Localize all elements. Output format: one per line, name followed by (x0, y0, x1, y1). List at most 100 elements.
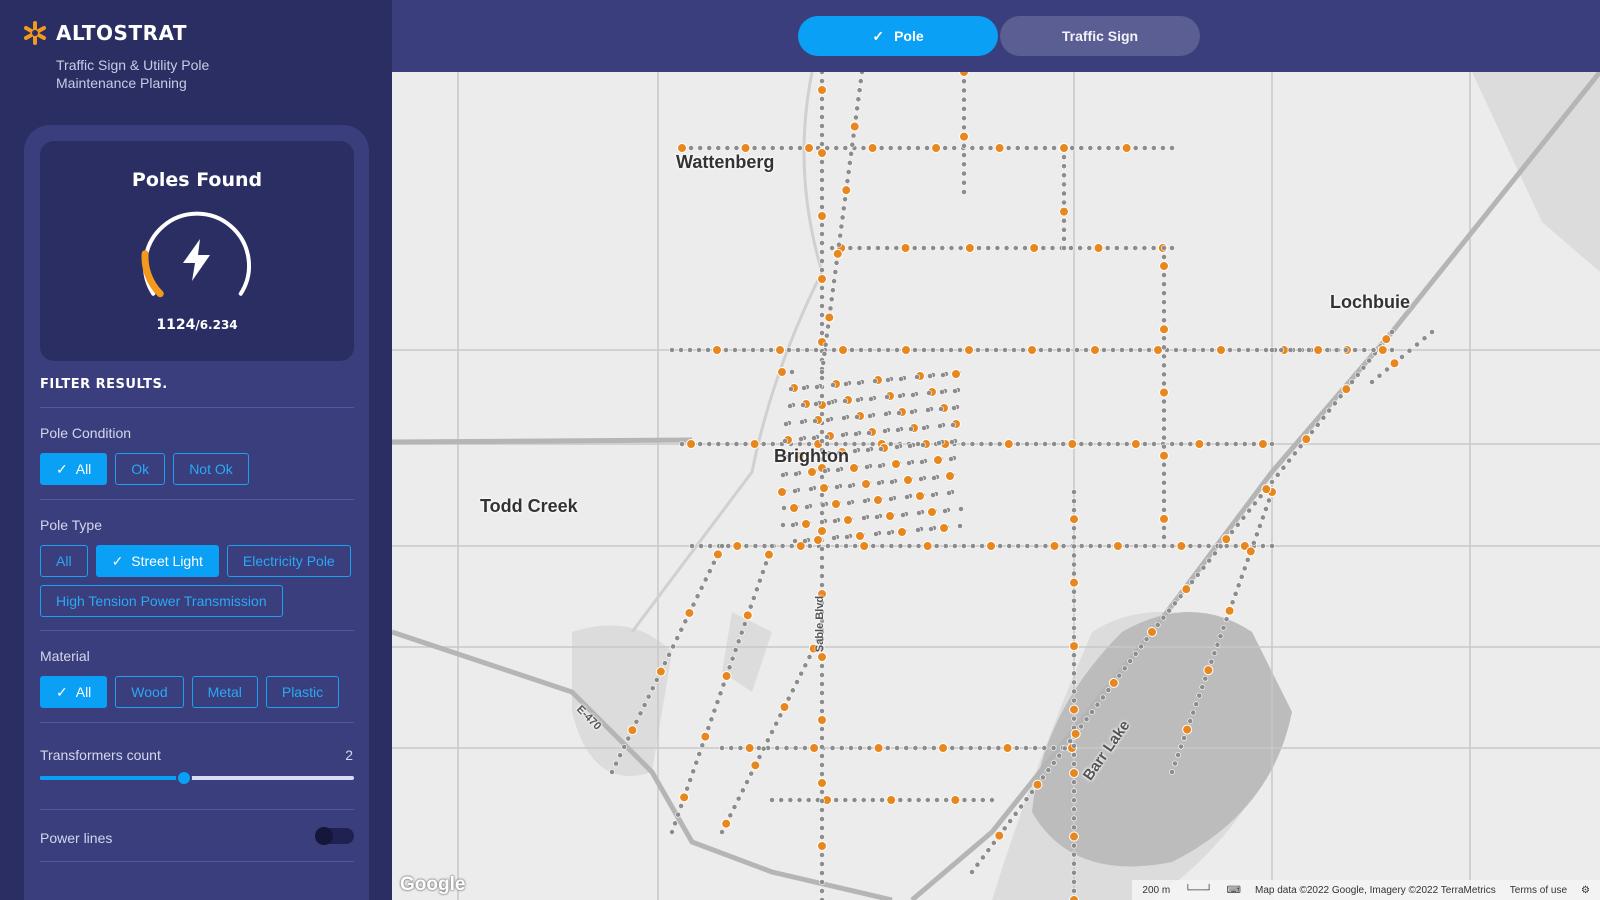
pole-marker[interactable] (948, 245, 955, 251)
pole-marker[interactable] (1042, 441, 1048, 447)
pole-marker[interactable] (706, 441, 713, 447)
pole-marker[interactable] (719, 543, 725, 549)
pole-marker[interactable] (1071, 552, 1077, 559)
pole-marker[interactable] (1269, 543, 1275, 549)
pole-marker-flagged[interactable] (927, 507, 937, 517)
pole-marker[interactable] (1056, 347, 1062, 353)
pole-marker[interactable] (788, 543, 795, 549)
pole-marker-flagged[interactable] (1002, 743, 1013, 753)
pole-marker[interactable] (1253, 531, 1260, 538)
pole-marker[interactable] (780, 472, 786, 478)
pole-marker[interactable] (1074, 347, 1080, 353)
pole-marker[interactable] (1060, 543, 1067, 549)
pole-marker[interactable] (764, 737, 771, 744)
pole-marker[interactable] (1384, 366, 1390, 373)
pole-marker[interactable] (669, 347, 675, 353)
pole-marker[interactable] (960, 441, 967, 447)
pole-marker[interactable] (744, 779, 750, 785)
pole-marker[interactable] (829, 245, 835, 251)
pole-marker[interactable] (1150, 245, 1157, 251)
pole-marker[interactable] (724, 441, 731, 447)
pole-marker[interactable] (1071, 652, 1077, 659)
pole-marker[interactable] (920, 442, 926, 448)
pole-marker[interactable] (1146, 347, 1152, 353)
pole-marker[interactable] (719, 745, 725, 751)
pole-marker[interactable] (1024, 441, 1030, 447)
pole-marker[interactable] (741, 621, 748, 627)
pole-marker-flagged[interactable] (1341, 384, 1352, 395)
pole-marker[interactable] (1040, 245, 1047, 251)
pole-marker[interactable] (662, 660, 668, 667)
pole-marker[interactable] (751, 145, 758, 151)
settings-icon[interactable]: ⚙ (1581, 885, 1590, 896)
pole-marker[interactable] (1132, 145, 1139, 151)
pole-marker[interactable] (682, 618, 689, 625)
pole-marker[interactable] (819, 519, 825, 525)
pole-marker[interactable] (951, 543, 958, 549)
pole-marker[interactable] (961, 124, 967, 131)
pole-marker[interactable] (738, 629, 745, 636)
pole-marker-flagged[interactable] (994, 830, 1005, 841)
pole-marker[interactable] (760, 569, 766, 575)
pole-marker[interactable] (985, 245, 992, 251)
pole-marker[interactable] (819, 555, 825, 561)
pole-marker[interactable] (1071, 851, 1077, 858)
pole-marker[interactable] (851, 441, 858, 447)
pole-marker[interactable] (1012, 810, 1019, 817)
pole-marker-flagged[interactable] (1159, 513, 1169, 524)
pole-marker[interactable] (1161, 299, 1167, 306)
pole-marker[interactable] (798, 436, 804, 442)
pole-marker[interactable] (980, 854, 986, 861)
pole-marker[interactable] (985, 847, 992, 854)
pole-marker[interactable] (819, 369, 825, 375)
pole-marker[interactable] (1297, 443, 1304, 450)
pole-marker[interactable] (921, 745, 928, 751)
pole-marker[interactable] (949, 745, 956, 751)
pole-marker[interactable] (905, 145, 912, 151)
pole-marker[interactable] (1181, 735, 1188, 741)
pole-marker[interactable] (1143, 636, 1150, 643)
pole-marker[interactable] (678, 626, 685, 633)
pole-marker[interactable] (1211, 550, 1218, 557)
pole-marker[interactable] (1078, 723, 1084, 730)
pole-marker-flagged[interactable] (801, 519, 811, 529)
pole-marker[interactable] (1260, 514, 1266, 521)
pole-marker[interactable] (1141, 145, 1148, 151)
pole-marker[interactable] (819, 141, 825, 147)
pole-marker-flagged[interactable] (804, 143, 815, 153)
pole-marker[interactable] (1142, 441, 1148, 447)
pole-marker[interactable] (670, 643, 677, 650)
pole-marker[interactable] (819, 546, 825, 552)
pole-marker[interactable] (831, 347, 837, 353)
pole-marker[interactable] (1263, 506, 1269, 512)
pole-marker[interactable] (778, 145, 785, 151)
pole-marker[interactable] (731, 804, 738, 810)
pole-marker[interactable] (788, 386, 794, 392)
pole-marker[interactable] (1071, 752, 1077, 758)
pole-marker[interactable] (802, 538, 808, 544)
pole-marker[interactable] (750, 595, 757, 601)
pole-marker[interactable] (931, 475, 937, 481)
pole-marker[interactable] (820, 502, 826, 508)
pole-marker[interactable] (1071, 679, 1077, 686)
pole-marker[interactable] (1326, 407, 1333, 414)
pole-marker[interactable] (848, 150, 854, 157)
pole-marker[interactable] (1096, 441, 1103, 447)
pole-marker[interactable] (893, 245, 900, 251)
pole-marker[interactable] (819, 735, 825, 741)
pole-marker[interactable] (1169, 245, 1175, 251)
pole-marker[interactable] (760, 745, 767, 752)
pole-marker-flagged[interactable] (838, 345, 848, 355)
pole-marker[interactable] (806, 654, 813, 660)
pole-marker[interactable] (1263, 347, 1269, 353)
pole-marker[interactable] (1178, 743, 1184, 750)
pole-marker[interactable] (819, 204, 825, 210)
pole-marker[interactable] (1160, 614, 1167, 621)
pole-marker[interactable] (840, 432, 846, 438)
pole-marker[interactable] (1169, 145, 1175, 151)
pole-marker[interactable] (774, 745, 781, 751)
pole-marker[interactable] (1196, 692, 1203, 699)
pole-marker[interactable] (819, 249, 825, 255)
pole-marker[interactable] (1250, 441, 1257, 447)
pole-marker-flagged[interactable] (915, 491, 925, 501)
